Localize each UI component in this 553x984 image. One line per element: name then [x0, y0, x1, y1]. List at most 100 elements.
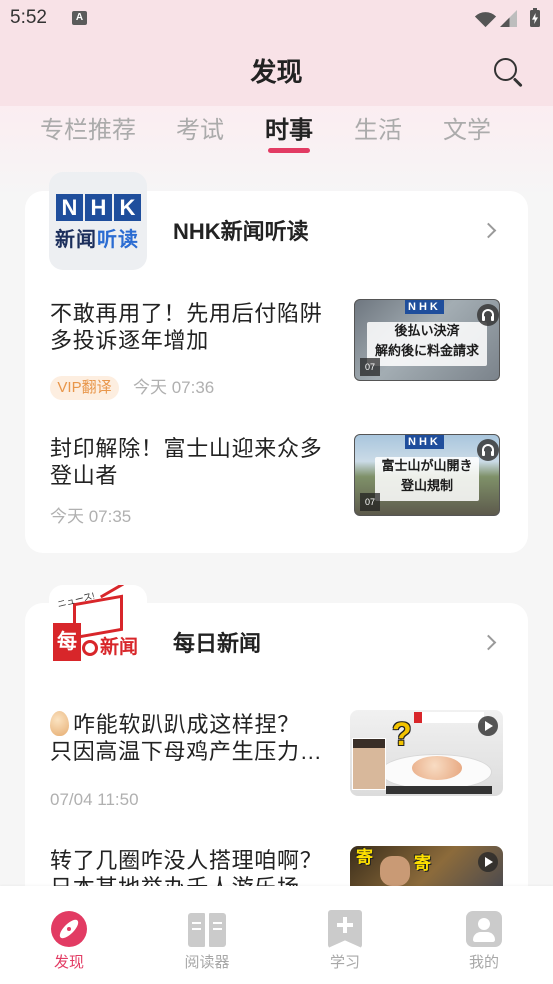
thumbnail-caption-line: 登山規制 — [400, 479, 453, 494]
profile-body — [473, 932, 495, 942]
thumbnail-caption-line: 富士山が山開き — [381, 459, 473, 474]
nav-study[interactable]: 学习 — [276, 886, 414, 984]
egg-emoji-icon — [50, 711, 69, 736]
article-title[interactable]: 咋能软趴趴成这样捏？ 只因高温下母鸡产生压力… — [50, 711, 340, 765]
article-thumbnail[interactable]: 寄 寄 — [350, 846, 503, 886]
headphones-icon[interactable] — [477, 439, 499, 461]
compass-icon — [51, 911, 87, 947]
nhk-logo-text-blue: 听读 — [97, 229, 139, 251]
nhk-logo-subtitle: 新闻听读 — [55, 228, 139, 252]
compass-center — [67, 927, 71, 931]
tab-current-affairs[interactable]: 时事 — [265, 116, 313, 146]
headphones-cup — [482, 451, 485, 456]
article-title-line: 转了几圈咋没人搭理咱啊？ — [50, 848, 323, 873]
app-notification-icon: A — [72, 11, 87, 25]
article-title[interactable]: 转了几圈咋没人搭理咱啊？ 日本某地举办千人游乐场 — [50, 847, 340, 886]
section-card-nhk: N H K 新闻听读 NHK新闻听读 不敢再用了！先用后付陷阱 多投诉逐年增加 … — [25, 172, 528, 553]
nav-label: 阅读器 — [184, 954, 230, 971]
active-tab-indicator — [268, 148, 310, 153]
article-time: 07/04 11:50 — [50, 790, 139, 809]
search-button[interactable] — [488, 52, 528, 92]
article-title-line: 封印解除！富士山迎来众多 — [50, 436, 323, 461]
article-thumbnail[interactable]: NHK 後払い決済 解約後に料金請求 07 — [354, 299, 500, 381]
headphones-cup — [482, 316, 485, 321]
page-title: 发现 — [250, 57, 303, 87]
question-mark-overlay: ? — [392, 716, 412, 752]
headphones-cup — [491, 316, 494, 321]
thumbnail-date: 07 — [360, 358, 380, 376]
profile-head — [478, 918, 490, 930]
article-title-line: 不敢再用了！先用后付陷阱 — [50, 301, 323, 326]
article-title-text: 咋能软趴趴成这样捏？ — [73, 712, 301, 737]
article-title-line: 咋能软趴趴成这样捏？ — [50, 711, 340, 738]
article-title-line: 日本某地举办千人游乐场 — [50, 874, 340, 886]
profile-icon — [466, 911, 502, 947]
bookmark-plus-icon — [328, 910, 362, 948]
book-line — [213, 928, 222, 930]
logo-text: 新闻 — [100, 637, 139, 658]
logo-box-char: 每 — [53, 623, 81, 661]
thumbnail-mark: 寄 — [356, 848, 373, 867]
headphones-cup — [491, 451, 494, 456]
nav-label: 发现 — [53, 954, 84, 971]
nav-label: 学习 — [329, 954, 360, 971]
thumbnail-caption: 後払い決済 解約後に料金請求 — [367, 322, 487, 366]
battery-charging-icon — [530, 10, 540, 27]
article-title-line: 只因高温下母鸡产生压力… — [50, 739, 323, 764]
battery-bolt — [532, 13, 538, 24]
article-title-line: 登山者 — [50, 463, 119, 488]
chevron-right-icon[interactable] — [480, 222, 497, 239]
nhk-logo-letter: K — [114, 194, 141, 221]
thumbnail-caption-line: 解約後に料金請求 — [374, 344, 479, 359]
nav-reader[interactable]: 阅读器 — [138, 886, 276, 984]
article-thumbnail[interactable]: ? — [350, 710, 503, 796]
mainichi-logo[interactable]: ニュース! 每 新闻 — [49, 585, 147, 680]
nav-label: 我的 — [468, 954, 499, 971]
section-title[interactable]: NHK新闻听读 — [173, 218, 309, 246]
book-page-right — [209, 913, 226, 947]
tab-column-recommend[interactable]: 专栏推荐 — [40, 116, 136, 146]
play-icon[interactable] — [478, 852, 498, 872]
nhk-watermark: NHK — [405, 435, 444, 449]
article-time: 今天 07:35 — [50, 507, 132, 526]
article-title[interactable]: 不敢再用了！先用后付陷阱 多投诉逐年增加 — [50, 300, 340, 354]
play-triangle — [485, 721, 493, 731]
nhk-logo-letter: N — [56, 194, 83, 221]
article-time: 今天 07:36 — [133, 378, 215, 397]
person-face — [380, 856, 410, 886]
article-title-line: 多投诉逐年增加 — [50, 328, 209, 353]
book-icon — [188, 913, 226, 947]
nhk-logo[interactable]: N H K 新闻听读 — [49, 172, 147, 270]
egg-shape — [412, 756, 462, 780]
thumbnail-caption-line: 後払い決済 — [394, 324, 460, 339]
book-line — [213, 922, 222, 924]
status-time: 5:52 — [10, 7, 47, 28]
chevron-right-icon[interactable] — [480, 634, 497, 651]
search-icon-handle — [513, 77, 523, 87]
tab-exam[interactable]: 考试 — [176, 116, 224, 146]
nav-discover[interactable]: 发现 — [0, 886, 138, 984]
play-icon[interactable] — [478, 716, 498, 736]
nav-profile[interactable]: 我的 — [415, 886, 553, 984]
nhk-logo-text-dark: 新闻 — [55, 229, 97, 251]
nhk-watermark: NHK — [405, 300, 444, 314]
article-thumbnail[interactable]: NHK 富士山が山開き 登山規制 07 — [354, 434, 500, 516]
person-inset — [352, 738, 386, 790]
section-card-mainichi: ニュース! 每 新闻 每日新闻 咋能软趴趴成这样捏？ 只因高温下母鸡产生压力… … — [25, 585, 528, 886]
book-page-left — [188, 913, 205, 947]
subtitle-bar — [386, 786, 492, 794]
book-line — [192, 928, 201, 930]
thumbnail-mark: 寄 — [414, 854, 431, 873]
section-title[interactable]: 每日新闻 — [173, 630, 261, 658]
plus-bar — [343, 917, 347, 933]
headline-bar — [414, 712, 484, 723]
bottom-nav: 发现 阅读器 学习 我的 — [0, 886, 553, 984]
thumbnail-date: 07 — [360, 493, 380, 511]
tab-literature[interactable]: 文学 — [443, 116, 491, 146]
nhk-logo-letter: H — [85, 194, 112, 221]
article-title[interactable]: 封印解除！富士山迎来众多 登山者 — [50, 435, 340, 489]
thumbnail-caption: 富士山が山開き 登山規制 — [375, 457, 479, 501]
tab-life[interactable]: 生活 — [354, 116, 402, 146]
headphones-icon[interactable] — [477, 304, 499, 326]
logo-ring-icon — [82, 640, 98, 656]
